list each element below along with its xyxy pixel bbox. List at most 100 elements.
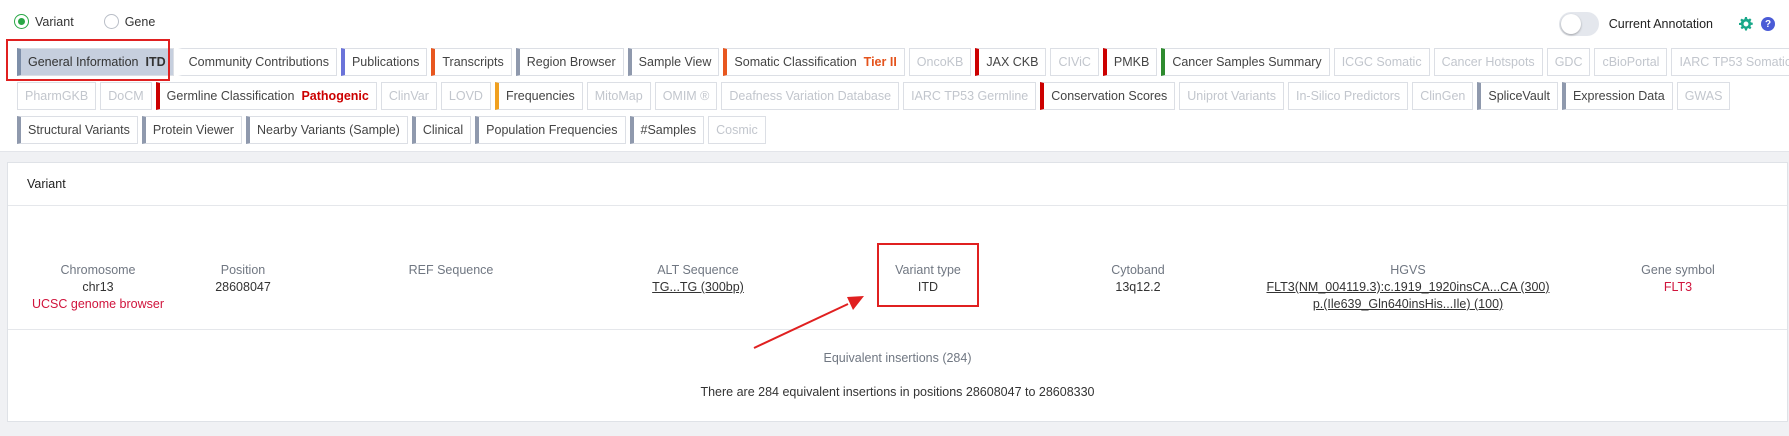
hgvs-coding-link[interactable]: FLT3(NM_004119.3):c.1919_1920insCA...CA … (1238, 280, 1578, 294)
tab-label: Community Contributions (188, 55, 329, 69)
tab-gwas[interactable]: GWAS (1676, 82, 1731, 110)
tab-protein-viewer[interactable]: Protein Viewer (141, 116, 242, 144)
tab-pharmgkb[interactable]: PharmGKB (17, 82, 97, 110)
tab-splicevault[interactable]: SpliceVault (1477, 82, 1558, 110)
tab-label: Transcripts (442, 55, 504, 69)
variant-panel-title: Variant (8, 163, 1787, 206)
tab-label: PharmGKB (25, 89, 89, 103)
tab-samples[interactable]: #Samples (629, 116, 705, 144)
chromosome-label: Chromosome (60, 263, 136, 277)
tab-icgc-somatic[interactable]: ICGC Somatic (1333, 48, 1430, 76)
tab-germline-classification[interactable]: Germline Classification Pathogenic (155, 82, 377, 110)
tabs-row-2: PharmGKB DoCM Germline Classification Patho… (17, 82, 1734, 110)
tab-jax-ckb[interactable]: JAX CKB (975, 48, 1047, 76)
tab-oncokb[interactable]: OncoKB (908, 48, 972, 76)
tab-lovd[interactable]: LOVD (440, 82, 491, 110)
radio-gene-indicator[interactable] (103, 14, 119, 29)
tab-label: Uniprot Variants (1187, 89, 1276, 103)
hgvs-label: HGVS (1390, 263, 1426, 277)
tab-docm[interactable]: DoCM (100, 82, 152, 110)
tab-region-browser[interactable]: Region Browser (515, 48, 624, 76)
selected-tab-highlight (6, 39, 170, 81)
tab-population-frequencies[interactable]: Population Frequencies (475, 116, 626, 144)
tab-label: Cancer Samples Summary (1172, 55, 1322, 69)
tab-expression-data[interactable]: Expression Data (1561, 82, 1673, 110)
gear-icon[interactable] (1739, 17, 1753, 31)
tab-transcripts[interactable]: Transcripts (431, 48, 512, 76)
tab-badge: Pathogenic (301, 89, 369, 103)
tab-label: OMIM ® (662, 89, 710, 103)
position-label: Position (220, 263, 266, 277)
tab-in-silico-predictors[interactable]: In-Silico Predictors (1287, 82, 1409, 110)
tab-label: Cancer Hotspots (1441, 55, 1535, 69)
chromosome-value: chr13 (82, 280, 114, 294)
tab-cosmic[interactable]: Cosmic (708, 116, 766, 144)
tab-iarc-tp53-germline[interactable]: IARC TP53 Germline (903, 82, 1037, 110)
tab-sample-view[interactable]: Sample View (627, 48, 720, 76)
tab-label: LOVD (448, 89, 483, 103)
tab-label: Region Browser (526, 55, 616, 69)
alt-sequence-field: ALT Sequence TG...TG (300bp) (618, 263, 778, 294)
radio-variant-indicator[interactable] (14, 14, 29, 29)
tabs-row-1: General Information ITD Community Contribu… (17, 48, 1789, 76)
tab-label: Population Frequencies (486, 123, 618, 137)
panel-divider (8, 329, 1787, 330)
tab-somatic-classification[interactable]: Somatic Classification Tier II (723, 48, 905, 76)
tab-deafness-variation-database[interactable]: Deafness Variation Database (721, 82, 900, 110)
tab-gdc[interactable]: GDC (1546, 48, 1591, 76)
ucsc-genome-browser-link[interactable]: UCSC genome browser (28, 297, 168, 311)
tab-label: SpliceVault (1488, 89, 1550, 103)
current-annotation-toggle[interactable] (1558, 12, 1599, 36)
help-icon[interactable]: ? (1761, 17, 1775, 31)
tab-pmkb[interactable]: PMKB (1102, 48, 1158, 76)
tab-iarc-tp53-somatic[interactable]: IARC TP53 Somatic (1671, 48, 1789, 76)
annotation-toolbar: Variant Gene Current Annotation ? Genera… (0, 0, 1789, 152)
radio-variant[interactable]: Variant (14, 14, 74, 29)
cytoband-value: 13q12.2 (1115, 280, 1161, 294)
tab-omim[interactable]: OMIM ® (654, 82, 718, 110)
tab-label: cBioPortal (1602, 55, 1660, 69)
position-field: Position 28608047 (188, 263, 298, 294)
tab-cancer-hotspots[interactable]: Cancer Hotspots (1433, 48, 1543, 76)
hgvs-protein-link[interactable]: p.(Ile639_Gln640insHis...Ile) (100) (1238, 297, 1578, 311)
gene-symbol-label: Gene symbol (1641, 263, 1715, 277)
alt-sequence-value[interactable]: TG...TG (300bp) (618, 280, 778, 294)
gene-symbol-field: Gene symbol FLT3 (1618, 263, 1738, 294)
toolbar-right-controls: Current Annotation ? (1558, 12, 1775, 36)
tab-uniprot-variants[interactable]: Uniprot Variants (1179, 82, 1284, 110)
tab-label: Structural Variants (28, 123, 130, 137)
variant-type-highlight (877, 243, 979, 307)
tab-cbioportal[interactable]: cBioPortal (1594, 48, 1668, 76)
radio-gene[interactable]: Gene (103, 14, 155, 29)
tab-label: In-Silico Predictors (1295, 89, 1401, 103)
tab-civic[interactable]: CIViC (1050, 48, 1099, 76)
tab-clinvar[interactable]: ClinVar (380, 82, 437, 110)
cytoband-field: Cytoband 13q12.2 (1078, 263, 1198, 294)
tab-label: IARC TP53 Germline (911, 89, 1029, 103)
cytoband-label: Cytoband (1111, 263, 1165, 277)
tab-mitomap[interactable]: MitoMap (586, 82, 651, 110)
tab-nearby-variants-sample[interactable]: Nearby Variants (Sample) (245, 116, 408, 144)
tab-label: ICGC Somatic (1341, 55, 1422, 69)
tab-conservation-scores[interactable]: Conservation Scores (1040, 82, 1176, 110)
tab-label: Deafness Variation Database (729, 89, 892, 103)
tab-label: IARC TP53 Somatic (1679, 55, 1789, 69)
tab-frequencies[interactable]: Frequencies (494, 82, 583, 110)
tab-label: CIViC (1058, 55, 1091, 69)
tab-publications[interactable]: Publications (340, 48, 428, 76)
gene-symbol-link[interactable]: FLT3 (1618, 280, 1738, 294)
tab-label: GWAS (1684, 89, 1723, 103)
tab-clinical[interactable]: Clinical (411, 116, 472, 144)
tab-structural-variants[interactable]: Structural Variants (17, 116, 138, 144)
tab-label: MitoMap (594, 89, 643, 103)
tab-label: Somatic Classification (734, 55, 857, 69)
tab-label: ClinGen (1420, 89, 1466, 103)
tab-community-contributions[interactable]: Community Contributions (177, 48, 337, 76)
tabs-row-3: Structural Variants Protein Viewer Nearby … (17, 116, 770, 144)
ref-sequence-field: REF Sequence (386, 263, 516, 280)
current-annotation-label: Current Annotation (1608, 17, 1713, 31)
tab-label: Clinical (422, 123, 464, 137)
tab-cancer-samples-summary[interactable]: Cancer Samples Summary (1161, 48, 1330, 76)
equivalent-insertions-title[interactable]: Equivalent insertions (284) (8, 351, 1787, 365)
tab-clingen[interactable]: ClinGen (1412, 82, 1474, 110)
